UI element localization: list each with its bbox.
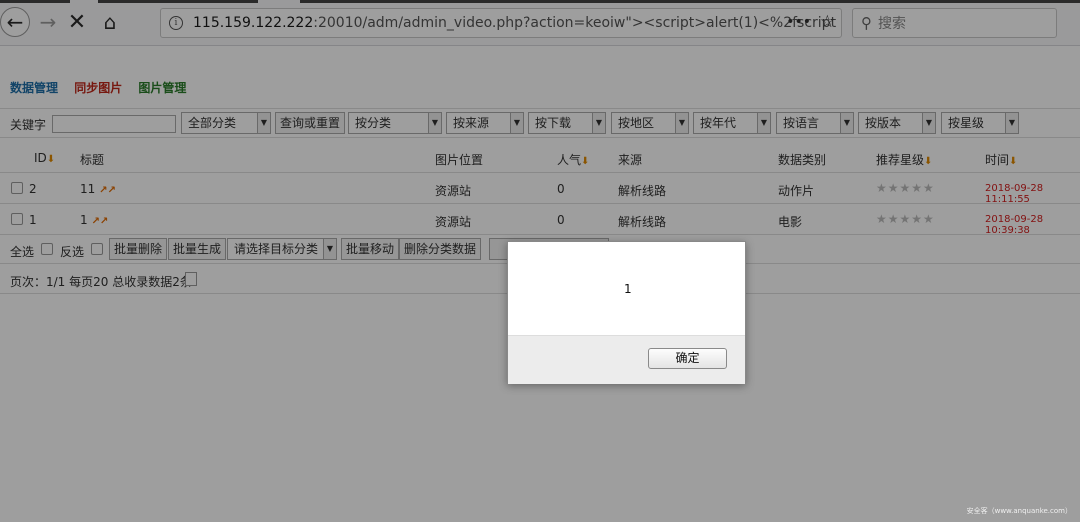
alert-footer: 确定 bbox=[508, 335, 745, 384]
alert-message: 1 bbox=[624, 282, 632, 296]
alert-ok-button[interactable]: 确定 bbox=[648, 348, 727, 369]
alert-dialog: 1 确定 bbox=[507, 241, 746, 384]
watermark: 安全客（www.anquanke.com） bbox=[966, 507, 1072, 515]
